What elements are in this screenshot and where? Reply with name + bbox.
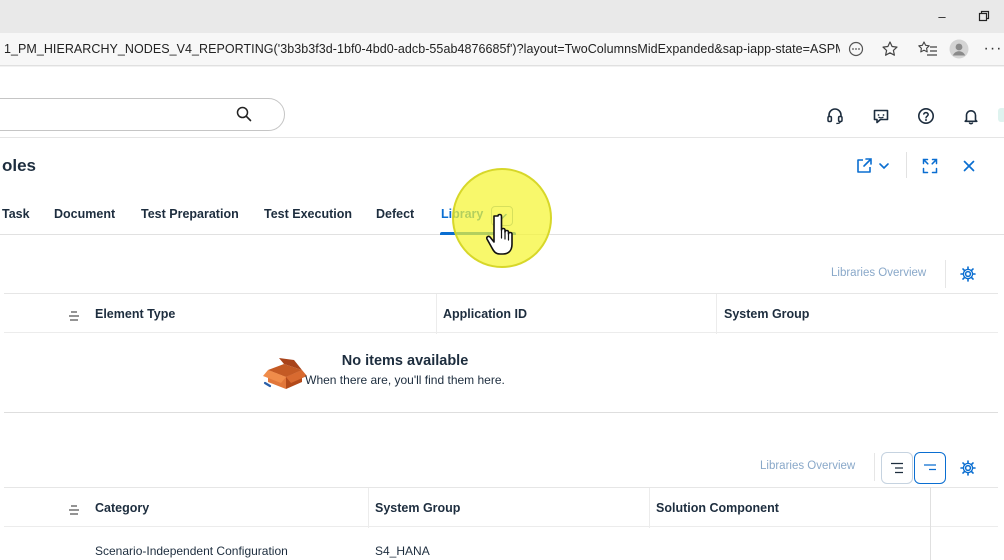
cell-system-group: S4_HANA [375, 544, 430, 558]
column-header-application-id[interactable]: Application ID [443, 307, 527, 321]
table2-column-divider [930, 487, 931, 560]
column-header-element-type[interactable]: Element Type [95, 307, 175, 321]
page-title: oles [2, 156, 37, 175]
side-panel-edge [998, 108, 1004, 122]
feedback-icon[interactable] [870, 105, 892, 127]
help-icon[interactable] [915, 105, 937, 127]
table2-header: Category System Group Solution Component [4, 487, 998, 528]
search-input[interactable] [0, 98, 285, 131]
toolbar-separator [945, 260, 946, 288]
favorites-list-icon[interactable] [917, 38, 939, 60]
browser-menu-icon[interactable]: ··· [982, 38, 1004, 60]
table1-header: Element Type Application ID System Group [4, 293, 998, 334]
tab-task[interactable]: Task [2, 207, 30, 221]
collapse-list-icon [924, 464, 936, 471]
app-page: oles Task Document Test Preparation Test… [0, 67, 1004, 560]
settings-gear-icon[interactable] [958, 458, 978, 478]
profile-avatar-icon[interactable] [948, 38, 970, 60]
table1-body: No items available When there are, you'l… [4, 333, 998, 413]
share-button[interactable] [855, 155, 893, 177]
favorite-star-icon[interactable] [879, 38, 901, 60]
column-header-system-group[interactable]: System Group [375, 501, 460, 515]
fullscreen-icon [922, 158, 938, 174]
close-icon [963, 160, 975, 172]
minimize-button[interactable]: – [930, 6, 954, 26]
settings-gear-icon[interactable] [958, 264, 978, 284]
column-separator [368, 488, 369, 528]
no-data-text: When there are, you'll find them here. [305, 373, 505, 387]
browser-titlebar: – [0, 0, 1004, 33]
header-separator [906, 152, 907, 178]
column-header-solution-component[interactable]: Solution Component [656, 501, 779, 515]
tab-document[interactable]: Document [54, 207, 115, 221]
collapse-all-button[interactable] [914, 452, 946, 484]
share-icon [857, 158, 889, 173]
cell-category: Scenario-Independent Configuration [95, 544, 288, 558]
search-icon[interactable] [236, 106, 252, 127]
url-field[interactable]: 1_PM_HIERARCHY_NODES_V4_REPORTING('3b3b3… [4, 42, 840, 56]
more-options-icon[interactable] [845, 38, 867, 60]
column-separator [716, 294, 717, 334]
toolbar-separator [874, 453, 875, 481]
close-button[interactable] [958, 155, 980, 177]
restore-button[interactable] [972, 6, 996, 26]
notifications-bell-icon[interactable] [960, 105, 982, 127]
expand-all-button[interactable] [881, 452, 913, 484]
expand-list-icon [891, 462, 903, 474]
column-header-system-group[interactable]: System Group [724, 307, 809, 321]
sort-icon[interactable] [68, 502, 80, 520]
libraries-overview-link-2[interactable]: Libraries Overview [760, 460, 855, 472]
no-data-title: No items available [341, 353, 469, 369]
sort-icon[interactable] [68, 308, 80, 326]
empty-box-icon [263, 358, 307, 389]
tab-defect[interactable]: Defect [376, 207, 414, 221]
hand-cursor-icon [486, 213, 513, 255]
libraries-overview-link[interactable]: Libraries Overview [831, 267, 926, 279]
fullscreen-button[interactable] [919, 155, 941, 177]
headset-icon[interactable] [824, 105, 846, 127]
tab-test-execution[interactable]: Test Execution [264, 207, 352, 221]
shell-bar [0, 67, 1004, 138]
tab-test-preparation[interactable]: Test Preparation [141, 207, 239, 221]
table-row[interactable]: Scenario-Independent Configuration S4_HA… [4, 544, 998, 560]
restore-icon [978, 10, 990, 22]
address-bar: 1_PM_HIERARCHY_NODES_V4_REPORTING('3b3b3… [0, 33, 1004, 66]
column-header-category[interactable]: Category [95, 501, 149, 515]
column-separator [649, 488, 650, 528]
column-separator [436, 294, 437, 334]
